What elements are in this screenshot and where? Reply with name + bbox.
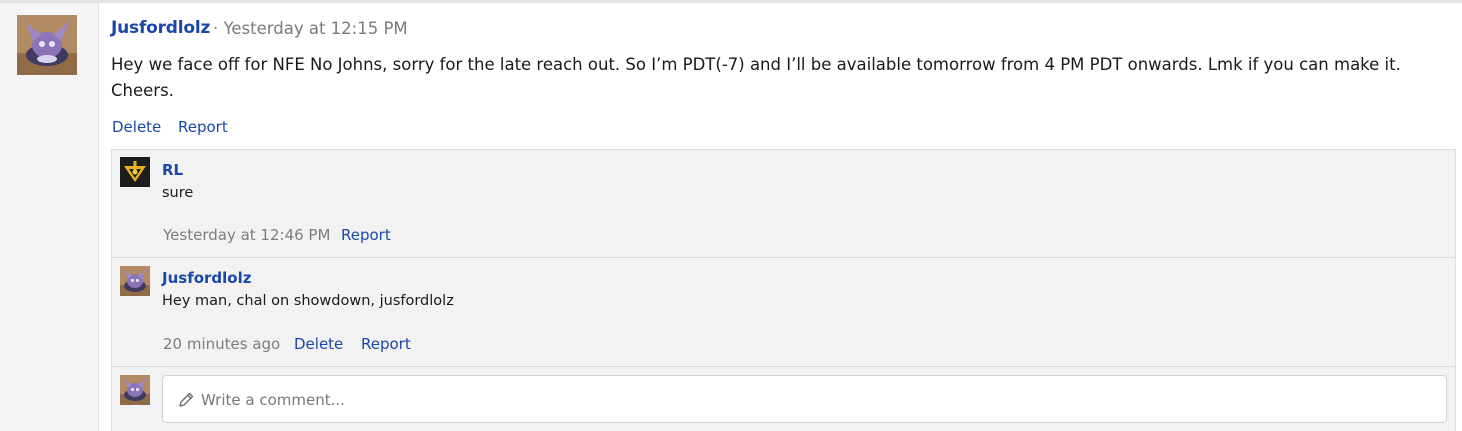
post-author-name[interactable]: Jusfordlolz bbox=[111, 18, 210, 38]
reply-divider bbox=[112, 366, 1455, 367]
reply-message: sure bbox=[162, 185, 194, 201]
reply-divider bbox=[112, 257, 1455, 258]
top-divider bbox=[0, 0, 1462, 3]
post-author-avatar[interactable] bbox=[17, 15, 77, 75]
post-message: Hey we face off for NFE No Johns, sorry … bbox=[111, 55, 1401, 100]
reply-report-link[interactable]: Report bbox=[341, 226, 391, 244]
post-delete-link[interactable]: Delete bbox=[112, 118, 161, 136]
replies-section: RL sure Yesterday at 12:46 PM Report Jus… bbox=[111, 149, 1456, 431]
post-timestamp: · Yesterday at 12:15 PM bbox=[213, 19, 408, 38]
reply-delete-link[interactable]: Delete bbox=[294, 335, 343, 353]
reply-report-link[interactable]: Report bbox=[361, 335, 411, 353]
reply-author-name[interactable]: Jusfordlolz bbox=[162, 269, 251, 287]
reply-author-avatar[interactable] bbox=[120, 266, 150, 296]
current-user-avatar bbox=[120, 375, 150, 405]
comment-input[interactable]: Write a comment... bbox=[162, 375, 1447, 423]
post-report-link[interactable]: Report bbox=[178, 118, 228, 136]
pencil-icon bbox=[177, 391, 195, 409]
comment-input-placeholder: Write a comment... bbox=[201, 391, 345, 409]
reply-message: Hey man, chal on showdown, jusfordlolz bbox=[162, 293, 454, 309]
reply-timestamp: 20 minutes ago bbox=[163, 335, 281, 353]
reply-timestamp: Yesterday at 12:46 PM bbox=[163, 226, 331, 244]
reply-author-name[interactable]: RL bbox=[162, 161, 183, 179]
reply-author-avatar[interactable] bbox=[120, 157, 150, 187]
